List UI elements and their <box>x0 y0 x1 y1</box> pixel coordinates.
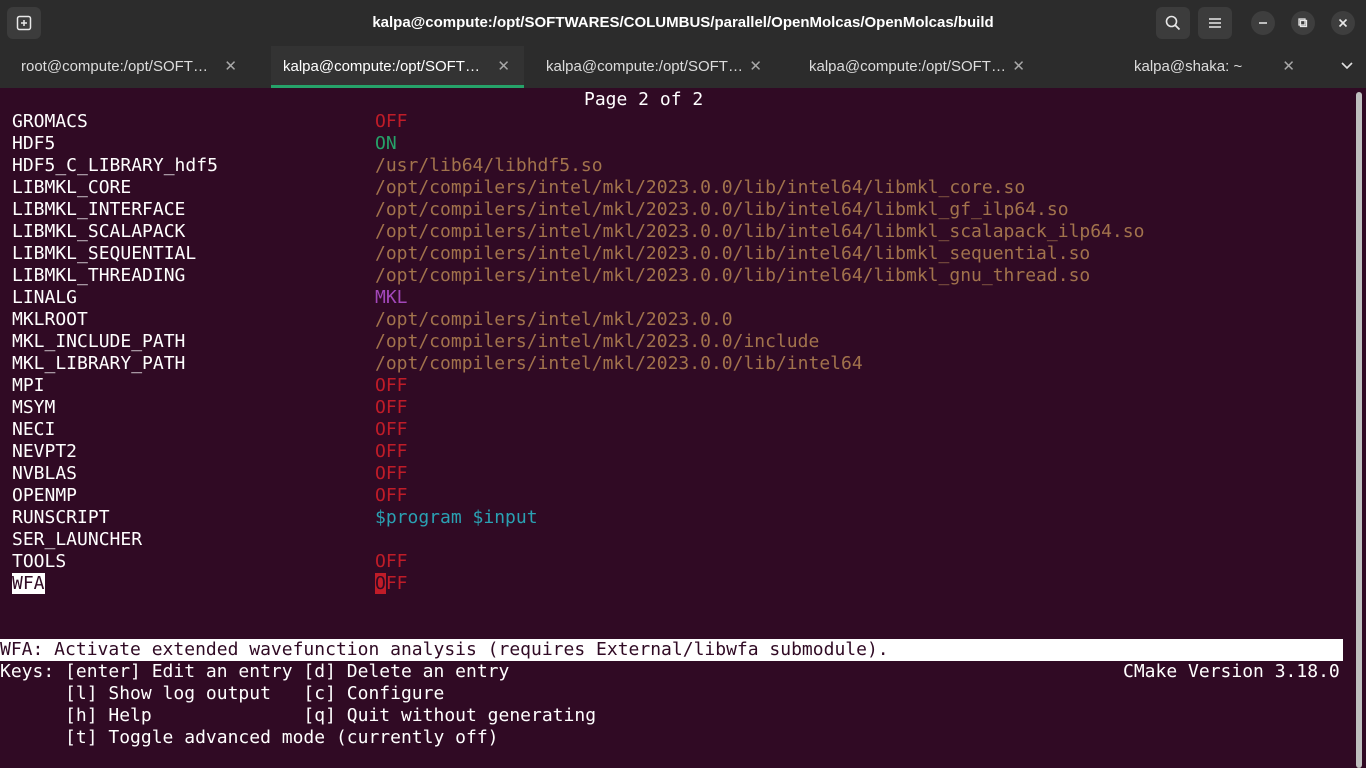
keys-line-4: [t] Toggle advanced mode (currently off) <box>0 727 499 748</box>
entry-value[interactable]: MKL <box>375 287 408 309</box>
entry-value[interactable]: OFF <box>375 551 408 573</box>
entry-value[interactable]: /usr/lib64/libhdf5.so <box>375 155 603 177</box>
close-tab-icon[interactable]: ✕ <box>224 57 237 75</box>
cmake-version: CMake Version 3.18.0 <box>1123 661 1340 682</box>
tab-bar: root@compute:/opt/SOFT… ✕ kalpa@compute:… <box>0 46 1366 88</box>
tab-label: kalpa@shaka: ~ <box>1134 58 1243 75</box>
entry-value[interactable]: /opt/compilers/intel/mkl/2023.0.0/includ… <box>375 331 819 353</box>
entry-value[interactable]: OFF <box>375 441 408 463</box>
tab-kalpa-compute-active[interactable]: kalpa@compute:/opt/SOFT… ✕ <box>271 46 524 88</box>
keys-line-3: [h] Help [q] Quit without generating <box>0 705 597 726</box>
entry-key[interactable]: LIBMKL_THREADING <box>12 265 185 287</box>
entry-key[interactable]: NECI <box>12 419 55 441</box>
hamburger-menu-icon[interactable] <box>1198 7 1232 39</box>
entry-value[interactable]: OFF <box>375 485 408 507</box>
entry-key[interactable]: LIBMKL_SEQUENTIAL <box>12 243 196 265</box>
scrollbar[interactable] <box>1356 92 1362 768</box>
entry-key[interactable]: MSYM <box>12 397 55 419</box>
tab-label: kalpa@compute:/opt/SOFT… <box>809 58 1006 75</box>
entry-key[interactable]: HDF5_C_LIBRARY_hdf5 <box>12 155 218 177</box>
close-tab-icon[interactable]: ✕ <box>497 57 510 75</box>
entry-help-text: WFA: Activate extended wavefunction anal… <box>0 639 1343 661</box>
entry-value[interactable]: OFF <box>375 419 408 441</box>
close-tab-icon[interactable]: ✕ <box>1012 57 1025 75</box>
entry-key[interactable]: OPENMP <box>12 485 77 507</box>
maximize-icon[interactable] <box>1291 11 1315 35</box>
tab-root-compute[interactable]: root@compute:/opt/SOFT… ✕ <box>0 46 263 88</box>
entry-key[interactable]: LINALG <box>12 287 77 309</box>
entry-value[interactable]: OFF <box>375 463 408 485</box>
tab-label: root@compute:/opt/SOFT… <box>21 58 208 75</box>
entry-key[interactable]: GROMACS <box>12 111 88 133</box>
selected-entry-value[interactable]: OFF <box>375 573 408 595</box>
keys-line-1: Keys: [enter] Edit an entry [d] Delete a… <box>0 661 510 682</box>
terminal-area[interactable]: Page 2 of 2 GROMACS OFF HDF5 ON HDF5_C_LIBRA… <box>0 88 1366 768</box>
close-icon[interactable] <box>1331 11 1355 35</box>
entry-key[interactable]: LIBMKL_SCALAPACK <box>12 221 185 243</box>
entry-value[interactable]: OFF <box>375 111 408 133</box>
entry-value[interactable]: /opt/compilers/intel/mkl/2023.0.0/lib/in… <box>375 221 1144 243</box>
entry-value[interactable]: OFF <box>375 397 408 419</box>
chevron-down-icon[interactable] <box>1340 58 1354 76</box>
entry-value[interactable]: /opt/compilers/intel/mkl/2023.0.0/lib/in… <box>375 353 863 375</box>
entry-value[interactable]: /opt/compilers/intel/mkl/2023.0.0/lib/in… <box>375 243 1090 265</box>
close-tab-icon[interactable]: ✕ <box>749 57 762 75</box>
tab-kalpa-shaka[interactable]: kalpa@shaka: ~ ✕ <box>1051 46 1321 88</box>
minimize-icon[interactable] <box>1251 11 1275 35</box>
entry-value[interactable]: ON <box>375 133 397 155</box>
entry-value[interactable]: $program $input <box>375 507 538 529</box>
tab-label: kalpa@compute:/opt/SOFT… <box>546 58 743 75</box>
close-tab-icon[interactable]: ✕ <box>1282 57 1295 75</box>
entry-key[interactable]: MPI <box>12 375 45 397</box>
entry-key[interactable]: HDF5 <box>12 133 55 155</box>
title-bar: kalpa@compute:/opt/SOFTWARES/COLUMBUS/pa… <box>0 0 1366 46</box>
search-icon[interactable] <box>1156 7 1190 39</box>
entry-value[interactable]: OFF <box>375 375 408 397</box>
tab-kalpa-compute-3[interactable]: kalpa@compute:/opt/SOFT… ✕ <box>788 46 1051 88</box>
tab-kalpa-compute-2[interactable]: kalpa@compute:/opt/SOFT… ✕ <box>525 46 788 88</box>
entry-value[interactable]: /opt/compilers/intel/mkl/2023.0.0/lib/in… <box>375 177 1025 199</box>
entry-key[interactable]: SER_LAUNCHER <box>12 529 142 551</box>
entry-key[interactable]: NEVPT2 <box>12 441 77 463</box>
entry-value[interactable]: /opt/compilers/intel/mkl/2023.0.0/lib/in… <box>375 265 1090 287</box>
entry-key[interactable]: MKL_INCLUDE_PATH <box>12 331 185 353</box>
tab-label: kalpa@compute:/opt/SOFT… <box>283 58 480 75</box>
selected-entry-key-text: WFA <box>12 573 45 594</box>
selected-entry-value-rest: FF <box>385 573 408 594</box>
keys-line-2: [l] Show log output [c] Configure <box>0 683 445 704</box>
entry-key[interactable]: LIBMKL_CORE <box>12 177 131 199</box>
entry-key[interactable]: NVBLAS <box>12 463 77 485</box>
entry-key[interactable]: TOOLS <box>12 551 66 573</box>
entry-key[interactable]: LIBMKL_INTERFACE <box>12 199 185 221</box>
entry-key[interactable]: RUNSCRIPT <box>12 507 110 529</box>
selected-entry-key[interactable]: WFA <box>12 573 45 595</box>
entry-value[interactable]: /opt/compilers/intel/mkl/2023.0.0/lib/in… <box>375 199 1069 221</box>
entry-key[interactable]: MKL_LIBRARY_PATH <box>12 353 185 375</box>
terminal-cursor: O <box>375 573 386 594</box>
entry-key[interactable]: MKLROOT <box>12 309 88 331</box>
entry-value[interactable]: /opt/compilers/intel/mkl/2023.0.0 <box>375 309 733 331</box>
page-header: Page 2 of 2 <box>584 89 704 110</box>
